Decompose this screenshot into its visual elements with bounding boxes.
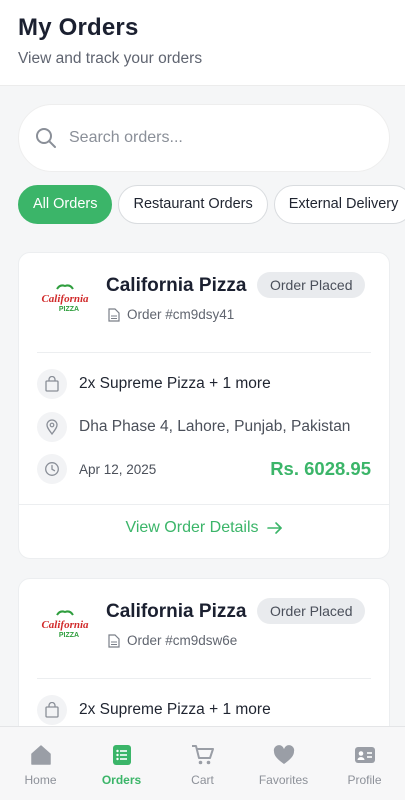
order-address: Dha Phase 4, Lahore, Punjab, Pakistan	[79, 418, 351, 435]
tab-orders[interactable]: Orders	[81, 727, 162, 800]
tab-home[interactable]: Home	[0, 727, 81, 800]
arrow-right-icon	[266, 521, 283, 535]
svg-text:PIZZA: PIZZA	[59, 306, 79, 313]
svg-text:PIZZA: PIZZA	[59, 632, 79, 639]
order-meta-row: Apr 12, 2025 Rs. 6028.95	[37, 454, 371, 484]
location-pin-icon	[37, 412, 67, 442]
page-header: My Orders View and track your orders	[0, 0, 405, 86]
svg-text:California: California	[41, 619, 89, 631]
view-order-details-link[interactable]: View Order Details	[19, 519, 389, 537]
order-number: Order #cm9dsw6e	[108, 633, 237, 648]
order-number-text: Order #cm9dsw6e	[127, 633, 238, 648]
search-icon	[35, 127, 57, 149]
tab-profile-label: Profile	[347, 773, 382, 787]
document-icon	[108, 633, 120, 648]
restaurant-name: California Pizza	[106, 601, 247, 622]
filter-chips: All Orders Restaurant Orders External Deli…	[18, 185, 405, 225]
page-title: My Orders	[18, 14, 139, 41]
tab-favorites-label: Favorites	[258, 773, 309, 787]
order-date: Apr 12, 2025	[79, 461, 157, 477]
order-number-text: Order #cm9dsy41	[127, 307, 235, 322]
filter-all-orders[interactable]: All Orders	[18, 185, 113, 224]
restaurant-logo: California PIZZA	[41, 283, 89, 317]
divider	[19, 504, 389, 505]
status-badge: Order Placed	[257, 598, 366, 624]
orders-icon	[110, 743, 134, 767]
order-items: 2x Supreme Pizza + 1 more	[79, 701, 271, 718]
cart-icon	[191, 743, 215, 767]
search-bar[interactable]	[18, 104, 390, 172]
tab-cart[interactable]: Cart	[162, 727, 243, 800]
shopping-bag-icon	[37, 369, 67, 399]
tab-profile[interactable]: Profile	[324, 727, 405, 800]
order-items-row: 2x Supreme Pizza + 1 more	[37, 369, 371, 399]
filter-external-delivery[interactable]: External Delivery	[273, 185, 405, 224]
divider	[37, 678, 371, 679]
restaurant-logo: California PIZZA	[41, 609, 89, 643]
order-items: 2x Supreme Pizza + 1 more	[79, 375, 271, 392]
filter-restaurant-orders[interactable]: Restaurant Orders	[118, 185, 268, 224]
profile-icon	[353, 743, 377, 767]
restaurant-name: California Pizza	[106, 275, 247, 296]
order-address-row: Dha Phase 4, Lahore, Punjab, Pakistan	[37, 412, 371, 442]
shopping-bag-icon	[37, 695, 67, 725]
tab-cart-label: Cart	[191, 773, 214, 787]
home-icon	[29, 743, 53, 767]
tab-orders-label: Orders	[101, 773, 142, 787]
document-icon	[108, 307, 120, 322]
order-total: Rs. 6028.95	[270, 458, 371, 479]
order-card[interactable]: California PIZZA California Pizza Order …	[18, 252, 390, 559]
order-items-row: 2x Supreme Pizza + 1 more	[37, 695, 371, 725]
tab-favorites[interactable]: Favorites	[243, 727, 324, 800]
status-badge: Order Placed	[257, 272, 366, 298]
svg-text:California: California	[41, 293, 89, 305]
bottom-tab-bar: Home Orders Cart Favorites Profile	[0, 726, 405, 800]
page-subtitle: View and track your orders	[18, 50, 203, 67]
divider	[37, 352, 371, 353]
search-input[interactable]	[69, 129, 329, 147]
order-number: Order #cm9dsy41	[108, 307, 234, 322]
heart-icon	[272, 743, 296, 767]
view-order-details-label: View Order Details	[125, 519, 259, 536]
clock-icon	[37, 454, 67, 484]
tab-home-label: Home	[24, 773, 57, 787]
